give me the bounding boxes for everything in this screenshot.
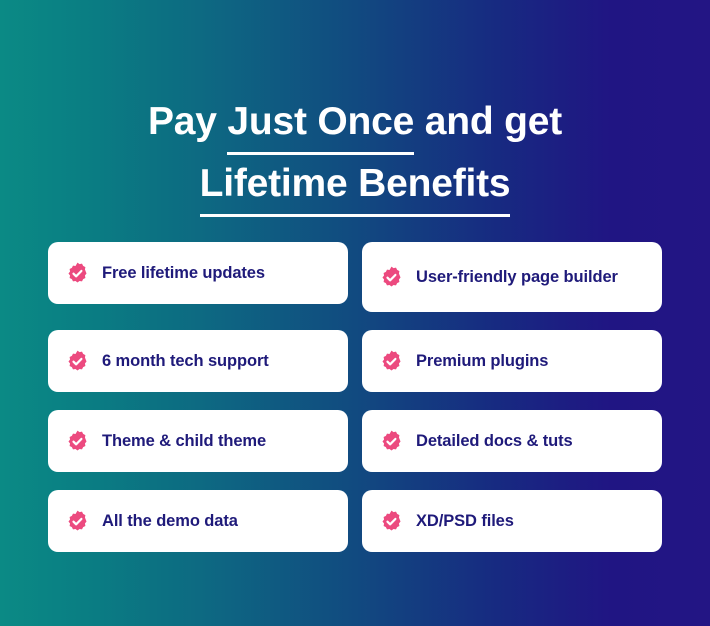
benefit-card-user-friendly-page-builder[interactable]: User-friendly page builder xyxy=(362,242,662,312)
headline-suffix: and get xyxy=(414,100,563,144)
check-badge-icon xyxy=(382,510,401,531)
check-badge-icon xyxy=(382,266,401,287)
benefit-card-theme-child-theme[interactable]: Theme & child theme xyxy=(48,410,348,472)
benefit-label: User-friendly page builder xyxy=(416,267,618,286)
benefit-label: 6 month tech support xyxy=(102,351,269,370)
benefit-card-all-the-demo-data[interactable]: All the demo data xyxy=(48,490,348,552)
benefit-card-detailed-docs-tuts[interactable]: Detailed docs & tuts xyxy=(362,410,662,472)
benefit-label: XD/PSD files xyxy=(416,511,514,530)
headline-line-1: Pay Just Once and get xyxy=(0,92,710,156)
benefit-label: All the demo data xyxy=(102,511,238,530)
headline-line-2: Lifetime Benefits xyxy=(0,154,710,218)
benefit-card-6-month-tech-support[interactable]: 6 month tech support xyxy=(48,330,348,392)
benefit-label: Free lifetime updates xyxy=(102,263,265,282)
check-badge-icon xyxy=(68,510,87,531)
check-badge-icon xyxy=(382,350,401,371)
benefits-grid: Free lifetime updates User-friendly page… xyxy=(48,242,662,552)
check-badge-icon xyxy=(382,430,401,451)
headline-prefix: Pay xyxy=(147,100,228,144)
benefit-label: Detailed docs & tuts xyxy=(416,431,573,450)
check-badge-icon xyxy=(68,430,87,451)
headline-emphasis-just-once: Just Once xyxy=(227,92,414,156)
benefit-label: Theme & child theme xyxy=(102,431,267,450)
check-badge-icon xyxy=(68,262,87,283)
benefit-card-xd-psd-files[interactable]: XD/PSD files xyxy=(362,490,662,552)
benefit-card-premium-plugins[interactable]: Premium plugins xyxy=(362,330,662,392)
headline-emphasis-lifetime-benefits: Lifetime Benefits xyxy=(199,154,511,218)
benefit-label: Premium plugins xyxy=(416,351,549,370)
page-headline: Pay Just Once and get Lifetime Benefits xyxy=(0,92,710,218)
benefit-card-free-lifetime-updates[interactable]: Free lifetime updates xyxy=(48,242,348,304)
check-badge-icon xyxy=(68,350,87,371)
promo-section: Pay Just Once and get Lifetime Benefits … xyxy=(0,0,710,626)
